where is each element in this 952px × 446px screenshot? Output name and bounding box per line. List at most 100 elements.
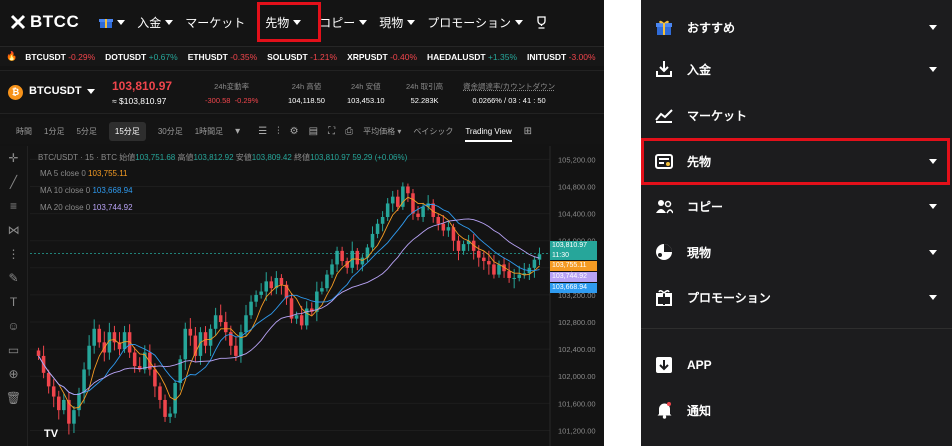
interval-1h[interactable]: 1時間足 bbox=[195, 126, 223, 137]
chart-toolbar: 時間 1分足 5分足 15分足 30分足 1時間足 ▾ ☰ ⫶ ⚙ ▤ ⛶ ⎙ … bbox=[0, 118, 604, 144]
ticker-item[interactable]: SOLUSDT -1.21% bbox=[267, 52, 337, 62]
menu-item-label: 現物 bbox=[687, 245, 712, 260]
menu-item-copy[interactable]: コピー bbox=[641, 191, 952, 221]
nav-spot[interactable]: 現物 bbox=[379, 14, 416, 31]
fib-icon[interactable]: ⋮ bbox=[0, 242, 27, 266]
nav-promotion[interactable]: プロモーション bbox=[427, 14, 524, 31]
candle-body bbox=[122, 332, 127, 350]
ticker-item[interactable]: HAEDALUSDT +1.35% bbox=[427, 52, 517, 62]
grid-layout-icon[interactable]: ⊞ bbox=[524, 126, 532, 137]
candle-body bbox=[436, 216, 441, 224]
pair-selector[interactable]: BTCUSDT bbox=[29, 85, 95, 97]
tradingview-tab[interactable]: Trading View bbox=[465, 127, 512, 142]
more-intervals-icon[interactable]: ▾ bbox=[235, 126, 240, 137]
price-label-countdown: 11:30 bbox=[552, 252, 569, 259]
menu-item-app[interactable]: APP bbox=[641, 350, 952, 380]
candle-body bbox=[487, 261, 491, 265]
nav-copy-label: コピー bbox=[319, 15, 356, 30]
interval-5m[interactable]: 5分足 bbox=[76, 126, 96, 137]
pattern-icon[interactable]: ⋈ bbox=[0, 218, 27, 242]
menu-item-spot[interactable]: 現物 bbox=[641, 237, 952, 267]
ticker-item[interactable]: BTCUSDT -0.29% bbox=[25, 52, 95, 62]
chart-legend-ohlc: BTC/USDT · 15 · BTC 始値103,751.68 高値103,8… bbox=[38, 152, 407, 163]
interval-1m[interactable]: 1分足 bbox=[44, 126, 64, 137]
candle-body bbox=[132, 352, 137, 367]
indicators-icon[interactable]: ☰ bbox=[258, 126, 267, 137]
nav-trophy[interactable] bbox=[535, 15, 548, 29]
menu-item-label: マーケット bbox=[687, 108, 748, 123]
ticker-change: -0.29% bbox=[68, 51, 96, 62]
zoom-icon[interactable]: ⊕ bbox=[0, 362, 27, 386]
basic-view-tab[interactable]: ベイシック bbox=[413, 126, 453, 137]
ticker-item[interactable]: DOTUSDT +0.67% bbox=[105, 52, 178, 62]
trash-icon[interactable]: 🗑 bbox=[0, 386, 27, 410]
chevron-down-icon bbox=[929, 24, 937, 30]
chevron-down-icon bbox=[86, 89, 95, 94]
candle-type-icon[interactable]: ⫶ bbox=[277, 126, 280, 137]
ticker-item[interactable]: INITUSDT -3.00% bbox=[527, 52, 596, 62]
menu-item-deposit[interactable]: 入金 bbox=[641, 54, 952, 84]
btcc-logo[interactable]: BTCC bbox=[10, 12, 79, 32]
ma-value: 103,668.94 bbox=[92, 186, 133, 195]
chevron-down-icon bbox=[407, 19, 416, 25]
menu-item-market[interactable]: マーケット bbox=[641, 100, 952, 130]
ticker-symbol: XRPUSDT bbox=[347, 51, 388, 62]
interval-time[interactable]: 時間 bbox=[16, 126, 32, 137]
fullscreen-icon[interactable]: ⛶ bbox=[328, 126, 335, 137]
interval-15m[interactable]: 15分足 bbox=[108, 121, 146, 141]
nav-deposit[interactable]: 入金 bbox=[137, 14, 174, 31]
candle-body bbox=[416, 213, 420, 217]
interval-30m[interactable]: 30分足 bbox=[158, 126, 183, 137]
candle-body bbox=[507, 271, 511, 278]
ticker-item[interactable]: ETHUSDT -0.35% bbox=[188, 52, 257, 62]
candle-body bbox=[244, 315, 248, 333]
legend-open: 103,751.68 bbox=[135, 153, 176, 162]
candle-body bbox=[183, 328, 188, 360]
template-icon[interactable]: ▤ bbox=[309, 126, 318, 137]
menu-item-recommended[interactable]: おすすめ bbox=[641, 12, 952, 42]
app-download-icon bbox=[655, 356, 673, 374]
price-label-ma20: 103,744.92 bbox=[550, 272, 597, 282]
nav-market-label: マーケット bbox=[185, 15, 246, 30]
brush-icon[interactable]: ✎ bbox=[0, 266, 27, 290]
trend-line-icon[interactable]: ╱ bbox=[0, 170, 27, 194]
stat-label[interactable]: 資金調達率/カウントダウン bbox=[463, 81, 555, 92]
price-label-ma5: 103,755.11 bbox=[550, 261, 597, 271]
price-type-select[interactable]: 平均価格 ▾ bbox=[363, 126, 401, 137]
legend-ma10: MA 10 close 0 103,668.94 bbox=[40, 186, 133, 195]
candle-body bbox=[163, 399, 167, 417]
price-type-label: 平均価格 bbox=[363, 126, 396, 136]
nav-copy[interactable]: コピー bbox=[319, 14, 368, 31]
candle-body bbox=[188, 328, 193, 336]
emoji-icon[interactable]: ☺ bbox=[0, 314, 27, 338]
stat-label: 24h変動率 bbox=[214, 82, 250, 91]
text-tool-icon[interactable]: T bbox=[0, 290, 27, 314]
candle-body bbox=[476, 250, 481, 258]
legend-high-label: 高値 bbox=[177, 153, 194, 162]
y-axis-tick-label: 105,200.00 bbox=[558, 155, 596, 164]
settings-gear-icon[interactable]: ⚙ bbox=[290, 126, 299, 137]
menu-item-promotion[interactable]: プロモーション bbox=[641, 282, 952, 312]
ticker-item[interactable]: XRPUSDT -0.40% bbox=[347, 52, 417, 62]
drawing-tools: ✛ ╱ ≡ ⋈ ⋮ ✎ T ☺ ▭ ⊕ 🗑 bbox=[0, 146, 28, 446]
ticker-symbol: SOLUSDT bbox=[267, 51, 308, 62]
chevron-down-icon bbox=[929, 249, 937, 255]
stat-value-pct: -0.29% bbox=[234, 96, 259, 105]
stat-24h-change: 24h変動率 -300.58 -0.29% bbox=[205, 81, 258, 105]
menu-item-notifications[interactable]: 通知 bbox=[641, 395, 952, 425]
market-chart-icon bbox=[655, 106, 673, 124]
screenshot-icon[interactable]: ⎙ bbox=[345, 126, 353, 137]
price-label-ma10: 103,668.94 bbox=[550, 283, 597, 293]
nav-market[interactable]: マーケット bbox=[185, 14, 245, 31]
price-label-value: 103,810.97 bbox=[552, 242, 588, 249]
bell-icon bbox=[655, 401, 673, 419]
deposit-icon bbox=[655, 60, 673, 78]
trophy-icon bbox=[537, 15, 546, 29]
copy-trade-icon bbox=[655, 197, 673, 215]
nav-gift[interactable] bbox=[99, 16, 126, 29]
horizontal-lines-icon[interactable]: ≡ bbox=[0, 194, 27, 218]
crosshair-icon[interactable]: ✛ bbox=[0, 146, 27, 170]
ma-line-10 bbox=[38, 204, 540, 395]
fire-icon: 🔥 bbox=[6, 51, 18, 61]
ruler-icon[interactable]: ▭ bbox=[0, 338, 27, 362]
